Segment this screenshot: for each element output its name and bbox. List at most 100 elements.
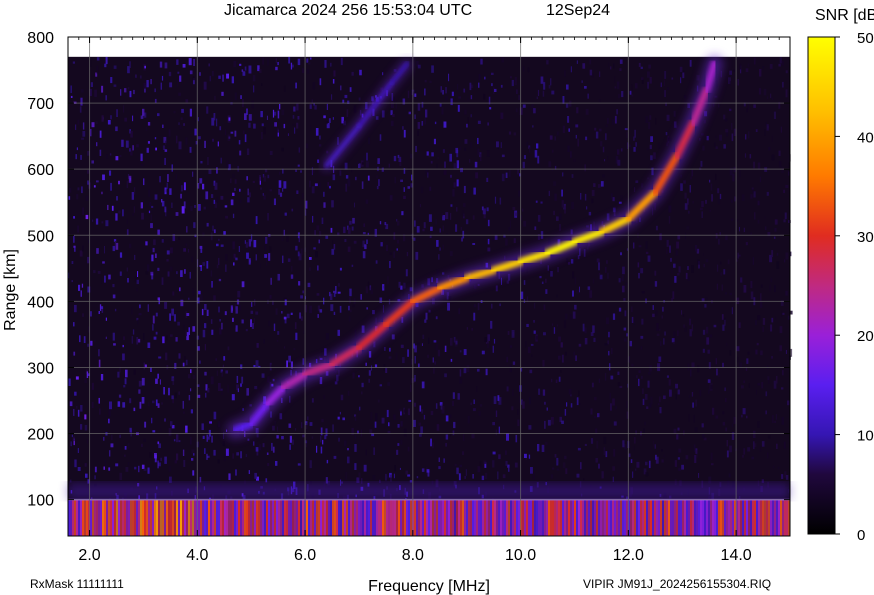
noise-pixel [72,436,75,442]
noise-pixel [110,182,112,191]
noise-pixel [368,137,371,145]
noise-pixel [345,183,348,192]
noise-pixel [753,441,755,450]
noise-pixel [246,252,249,259]
noise-pixel [657,142,660,149]
noise-pixel [368,351,372,358]
noise-pixel [584,443,587,446]
low-band-strip [620,499,622,536]
noise-pixel [384,222,387,226]
x-tick-label: 8.0 [402,547,424,564]
noise-pixel [649,77,652,84]
noise-pixel [425,109,428,118]
noise-pixel [309,104,312,109]
noise-pixel [569,314,573,320]
low-band-strip [446,499,448,536]
low-band-strip [662,499,664,536]
noise-pixel [495,285,498,292]
noise-pixel [354,435,356,439]
noise-pixel [197,117,199,122]
noise-pixel [435,403,438,409]
noise-pixel [606,317,609,325]
noise-pixel [649,144,652,150]
noise-pixel [140,153,143,162]
noise-pixel [478,74,481,81]
noise-pixel [463,88,466,93]
noise-pixel [387,382,390,386]
noise-pixel [71,280,73,283]
noise-pixel [647,380,650,388]
low-band-strip [600,499,602,536]
noise-pixel [736,297,740,304]
noise-pixel [466,327,468,330]
noise-pixel [273,198,276,206]
noise-pixel [666,375,669,378]
noise-pixel [307,416,309,420]
noise-pixel [409,480,413,483]
noise-pixel [104,275,106,283]
noise-pixel [168,71,172,77]
noise-pixel [147,342,151,348]
low-band-strip [622,499,624,536]
noise-pixel [591,189,595,197]
low-band-strip [348,499,350,536]
noise-pixel [165,352,168,361]
noise-pixel [584,327,587,334]
noise-pixel [731,307,733,315]
noise-pixel [279,104,281,110]
low-band-strip [638,499,640,536]
noise-pixel [320,427,323,436]
noise-pixel [425,312,428,320]
noise-pixel [269,189,272,192]
noise-pixel [445,443,447,447]
noise-pixel [471,328,473,331]
low-band-strip [80,499,82,536]
noise-pixel [765,391,768,397]
noise-pixel [347,227,351,234]
noise-pixel [405,470,409,475]
low-band-strip [250,499,252,536]
noise-pixel [759,176,761,183]
noise-pixel [248,470,250,474]
low-band-strip [654,499,656,536]
noise-pixel [733,69,736,72]
noise-pixel [691,265,694,273]
noise-pixel [157,267,160,271]
noise-pixel [729,350,732,356]
noise-pixel [449,414,452,419]
noise-pixel [114,241,117,246]
low-band-strip [502,499,504,536]
low-band-strip [546,499,548,536]
noise-pixel [500,142,502,149]
noise-pixel [319,309,323,313]
low-band-strip [552,499,554,536]
noise-pixel [452,189,455,197]
noise-pixel [509,345,513,348]
noise-pixel [379,221,382,225]
noise-pixel [253,441,255,446]
noise-pixel [553,210,555,216]
noise-pixel [135,74,137,78]
low-band-strip [116,499,118,536]
noise-pixel [607,156,609,161]
noise-pixel [337,137,339,145]
low-band-strip [294,499,296,536]
noise-pixel [272,425,275,431]
noise-pixel [447,302,450,311]
noise-pixel [625,282,628,286]
low-band-strip [784,499,786,536]
low-band-strip [554,499,556,536]
noise-pixel [281,436,284,440]
noise-pixel [462,230,465,239]
noise-pixel [309,267,311,271]
noise-pixel [465,469,467,476]
noise-pixel [406,252,409,257]
noise-pixel [612,207,616,213]
noise-pixel [780,59,782,62]
noise-pixel [413,419,416,427]
noise-pixel [291,439,294,445]
noise-pixel [250,310,254,314]
noise-pixel [115,213,118,221]
noise-pixel [278,180,282,188]
low-band-strip [710,499,712,536]
